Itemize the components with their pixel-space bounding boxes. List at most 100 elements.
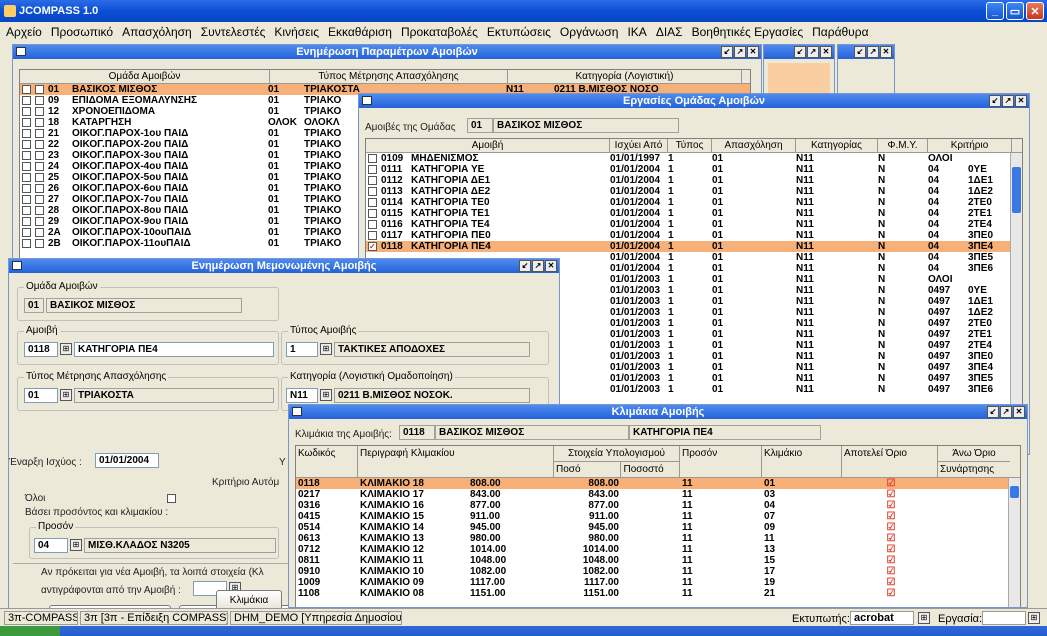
menu-personnel[interactable]: Προσωπικό (51, 25, 113, 39)
row-checkbox[interactable]: ✓ (368, 242, 377, 251)
table-row[interactable]: 0113 ΚΑΤΗΓΟΡΙΑ ΔΕ2 01/01/2004 1 01 N11 N 04 1ΔΕ2 (366, 186, 1022, 197)
menu-prints[interactable]: Εκτυπώσεις (487, 25, 551, 39)
row-checkbox[interactable] (22, 118, 31, 127)
row-checkbox[interactable] (35, 173, 44, 182)
row-checkbox[interactable] (368, 176, 377, 185)
row-checkbox[interactable] (22, 184, 31, 193)
row-checkbox[interactable] (368, 198, 377, 207)
table-row[interactable]: 1108 ΚΛΙΜΑΚΙΟ 08 1151.00 1151.00 11 21 ☑ (296, 588, 1020, 599)
row-checkbox[interactable] (368, 220, 377, 229)
row-checkbox[interactable] (22, 162, 31, 171)
lookup-icon[interactable]: ⊞ (918, 612, 930, 624)
row-checkbox[interactable] (22, 96, 31, 105)
limit-checkbox[interactable]: ☑ (842, 489, 938, 500)
qualification-code-input[interactable]: 04 (34, 538, 68, 553)
row-checkbox[interactable] (22, 239, 31, 248)
close-icon[interactable]: ✕ (747, 46, 759, 58)
lookup-icon[interactable]: ⊞ (320, 389, 332, 401)
restore-icon[interactable]: ↙ (721, 46, 733, 58)
table-row[interactable]: 0109 ΜΗΔΕΝΙΣΜΟΣ 01/01/1997 1 01 N11 N ΟΛΟΙ (366, 153, 1022, 164)
limit-checkbox[interactable]: ☑ (842, 511, 938, 522)
lookup-icon[interactable]: ⊞ (320, 343, 332, 355)
limit-checkbox[interactable]: ☑ (842, 555, 938, 566)
restore-icon[interactable]: ↙ (519, 260, 531, 272)
category-code-input[interactable]: N11 (286, 388, 318, 403)
limit-checkbox[interactable]: ☑ (842, 522, 938, 533)
row-checkbox[interactable] (22, 85, 31, 94)
row-checkbox[interactable] (22, 195, 31, 204)
row-checkbox[interactable] (35, 162, 44, 171)
table-row[interactable]: 0114 ΚΑΤΗΓΟΡΙΑ ΤΕ0 01/01/2004 1 01 N11 N 04 2ΤΕ0 (366, 197, 1022, 208)
menu-windows[interactable]: Παράθυρα (812, 25, 868, 39)
row-checkbox[interactable] (35, 228, 44, 237)
row-checkbox[interactable] (35, 184, 44, 193)
row-checkbox[interactable] (22, 107, 31, 116)
row-checkbox[interactable] (22, 129, 31, 138)
row-checkbox[interactable] (368, 231, 377, 240)
table-row[interactable]: 1009 ΚΛΙΜΑΚΙΟ 09 1117.00 1117.00 11 19 ☑ (296, 577, 1020, 588)
row-checkbox[interactable] (35, 151, 44, 160)
all-checkbox[interactable] (167, 494, 176, 503)
table-row[interactable]: 0712 ΚΛΙΜΑΚΙΟ 12 1014.00 1014.00 11 13 ☑ (296, 544, 1020, 555)
start-date-input[interactable]: 01/01/2004 (95, 453, 159, 468)
table-row[interactable]: 0217 ΚΛΙΜΑΚΙΟ 17 843.00 843.00 11 03 ☑ (296, 489, 1020, 500)
row-checkbox[interactable] (368, 154, 377, 163)
menu-utilities[interactable]: Βοηθητικές Εργασίες (692, 25, 804, 39)
table-row[interactable]: 0514 ΚΛΙΜΑΚΙΟ 14 945.00 945.00 11 09 ☑ (296, 522, 1020, 533)
row-checkbox[interactable] (22, 228, 31, 237)
close-button[interactable]: ✕ (1026, 2, 1044, 20)
menu-coefficients[interactable]: Συντελεστές (201, 25, 266, 39)
measure-code-input[interactable]: 01 (24, 388, 58, 403)
table-row[interactable]: 0811 ΚΛΙΜΑΚΙΟ 11 1048.00 1048.00 11 15 ☑ (296, 555, 1020, 566)
pay-code-input[interactable]: 0118 (24, 342, 58, 357)
menu-organization[interactable]: Οργάνωση (560, 25, 619, 39)
table-row[interactable]: ✓ 0118 ΚΑΤΗΓΟΡΙΑ ΠΕ4 01/01/2004 1 01 N11 N 04 3ΠΕ… (366, 241, 1022, 252)
table-row[interactable]: 0613 ΚΛΙΜΑΚΙΟ 13 980.00 980.00 11 11 ☑ (296, 533, 1020, 544)
row-checkbox[interactable] (22, 140, 31, 149)
menu-movements[interactable]: Κινήσεις (274, 25, 319, 39)
lookup-icon[interactable]: ⊞ (60, 389, 72, 401)
row-checkbox[interactable] (35, 85, 44, 94)
limit-checkbox[interactable]: ☑ (842, 500, 938, 511)
limit-checkbox[interactable]: ☑ (842, 544, 938, 555)
menu-advances[interactable]: Προκαταβολές (401, 25, 478, 39)
menu-file[interactable]: Αρχείο (6, 25, 42, 39)
row-checkbox[interactable] (22, 217, 31, 226)
pay-type-code-input[interactable]: 1 (286, 342, 318, 357)
pay-name-input[interactable]: ΚΑΤΗΓΟΡΙΑ ΠΕ4 (74, 342, 274, 357)
limit-checkbox[interactable]: ☑ (842, 533, 938, 544)
restore-icon[interactable]: ↙ (987, 406, 999, 418)
row-checkbox[interactable] (22, 173, 31, 182)
row-checkbox[interactable] (368, 209, 377, 218)
row-checkbox[interactable] (368, 187, 377, 196)
menu-clearance[interactable]: Εκκαθάριση (328, 25, 392, 39)
row-checkbox[interactable] (35, 239, 44, 248)
maximize-icon[interactable]: ↗ (1000, 406, 1012, 418)
printer-field[interactable]: acrobat (850, 611, 914, 625)
row-checkbox[interactable] (35, 217, 44, 226)
row-checkbox[interactable] (35, 140, 44, 149)
row-checkbox[interactable] (22, 206, 31, 215)
restore-icon[interactable]: ↙ (989, 95, 1001, 107)
limit-checkbox[interactable]: ☑ (842, 566, 938, 577)
table-row[interactable]: 0316 ΚΛΙΜΑΚΙΟ 16 877.00 877.00 11 04 ☑ (296, 500, 1020, 511)
maximize-button[interactable]: ▭ (1006, 2, 1024, 20)
minimize-button[interactable]: _ (986, 2, 1004, 20)
row-checkbox[interactable] (35, 195, 44, 204)
close-icon[interactable]: ✕ (545, 260, 557, 272)
table-row[interactable]: 0415 ΚΛΙΜΑΚΙΟ 15 911.00 911.00 11 07 ☑ (296, 511, 1020, 522)
job-field[interactable] (982, 611, 1026, 625)
row-checkbox[interactable] (35, 129, 44, 138)
maximize-icon[interactable]: ↗ (532, 260, 544, 272)
lookup-icon[interactable]: ⊞ (70, 539, 82, 551)
limit-checkbox[interactable]: ☑ (842, 478, 938, 489)
menu-ika[interactable]: ΙΚΑ (627, 25, 646, 39)
lookup-icon[interactable]: ⊞ (1028, 612, 1040, 624)
table-row[interactable]: 0116 ΚΑΤΗΓΟΡΙΑ ΤΕ4 01/01/2004 1 01 N11 N 04 2ΤΕ4 (366, 219, 1022, 230)
table-row[interactable]: 0115 ΚΑΤΗΓΟΡΙΑ ΤΕ1 01/01/2004 1 01 N11 N 04 2ΤΕ1 (366, 208, 1022, 219)
menu-dias[interactable]: ΔΙΑΣ (656, 25, 683, 39)
table-row[interactable]: 0117 ΚΑΤΗΓΟΡΙΑ ΠΕ0 01/01/2004 1 01 N11 N 04 3ΠΕ0 (366, 230, 1022, 241)
table-row[interactable]: 0111 ΚΑΤΗΓΟΡΙΑ ΥΕ 01/01/2004 1 01 N11 N 04 0ΥΕ (366, 164, 1022, 175)
row-checkbox[interactable] (35, 96, 44, 105)
row-checkbox[interactable] (35, 118, 44, 127)
